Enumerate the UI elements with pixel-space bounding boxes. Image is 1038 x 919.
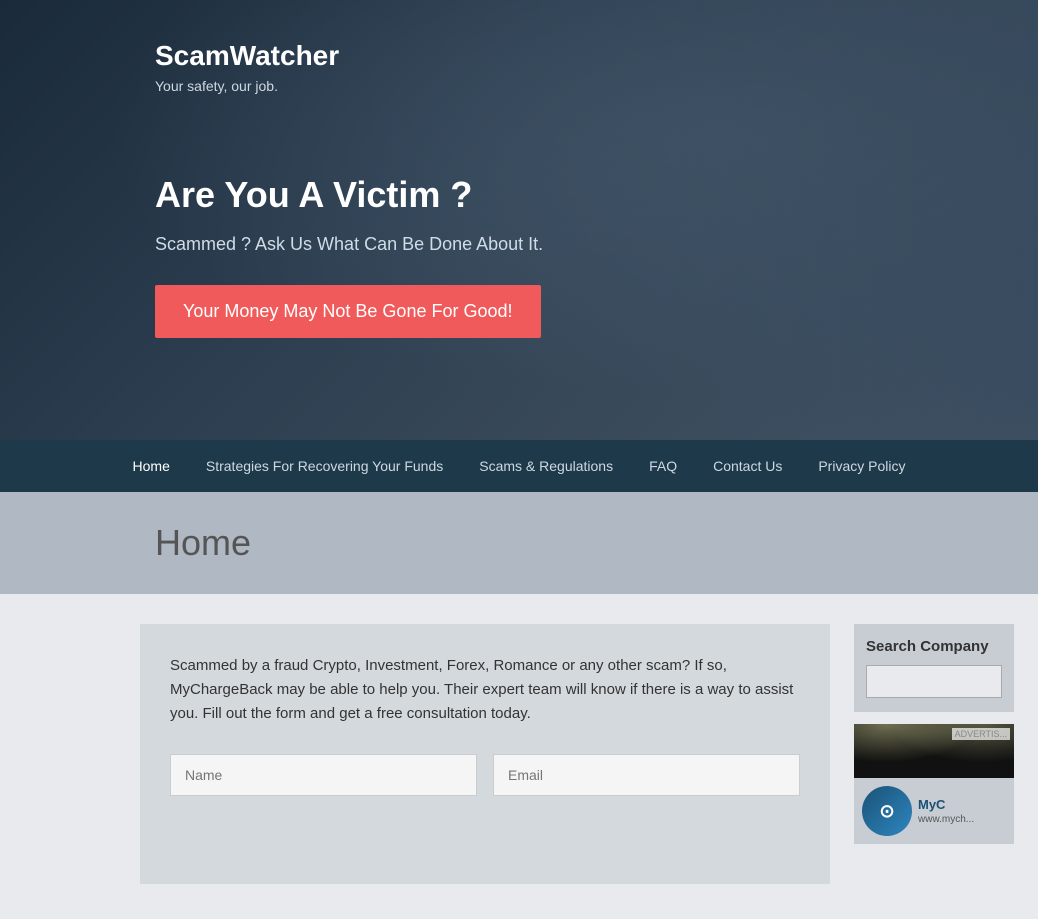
hero-cta-button[interactable]: Your Money May Not Be Gone For Good! — [155, 285, 541, 338]
ad-label: ADVERTIS... — [952, 728, 1010, 740]
nav-item-scams[interactable]: Scams & Regulations — [461, 442, 631, 490]
hero-heading: Are You A Victim ? — [155, 174, 1038, 216]
sidebar-search-box: Search Company — [854, 624, 1014, 712]
ad-text-area: MyC www.mych... — [918, 797, 974, 825]
email-input[interactable] — [493, 754, 800, 796]
nav-item-strategies[interactable]: Strategies For Recovering Your Funds — [188, 442, 461, 490]
sidebar-search-title: Search Company — [866, 638, 1002, 655]
contact-form — [170, 754, 800, 796]
navbar-inner: Home Strategies For Recovering Your Fund… — [115, 442, 924, 490]
nav-item-contact[interactable]: Contact Us — [695, 442, 800, 490]
nav-item-privacy[interactable]: Privacy Policy — [800, 442, 923, 490]
hero-content: ScamWatcher Your safety, our job. Are Yo… — [155, 40, 1038, 338]
ad-logo-text: ⊙ — [879, 801, 894, 822]
ad-content: ⊙ MyC www.mych... — [854, 778, 1014, 844]
sidebar-search-input[interactable] — [866, 665, 1002, 698]
ad-url: www.mych... — [918, 814, 974, 825]
ad-logo: ⊙ — [862, 786, 912, 836]
hero-section: ScamWatcher Your safety, our job. Are Yo… — [0, 0, 1038, 440]
sidebar: Search Company ADVERTIS... ⊙ MyC www.myc… — [854, 624, 1014, 844]
sidebar-ad: ADVERTIS... ⊙ MyC www.mych... — [854, 724, 1014, 844]
hero-subheading: Scammed ? Ask Us What Can Be Done About … — [155, 234, 1038, 255]
content-card: Scammed by a fraud Crypto, Investment, F… — [140, 624, 830, 884]
navbar: Home Strategies For Recovering Your Fund… — [0, 440, 1038, 492]
site-title: ScamWatcher — [155, 40, 1038, 72]
name-input[interactable] — [170, 754, 477, 796]
main-content: Scammed by a fraud Crypto, Investment, F… — [0, 594, 1038, 914]
site-tagline: Your safety, our job. — [155, 78, 1038, 94]
ad-inner: ⊙ MyC www.mych... — [854, 724, 1014, 844]
ad-brand: MyC — [918, 797, 974, 812]
nav-item-home[interactable]: Home — [115, 442, 188, 490]
content-text: Scammed by a fraud Crypto, Investment, F… — [170, 654, 800, 726]
nav-item-faq[interactable]: FAQ — [631, 442, 695, 490]
page-title: Home — [155, 522, 1038, 564]
page-title-bar: Home — [0, 492, 1038, 594]
